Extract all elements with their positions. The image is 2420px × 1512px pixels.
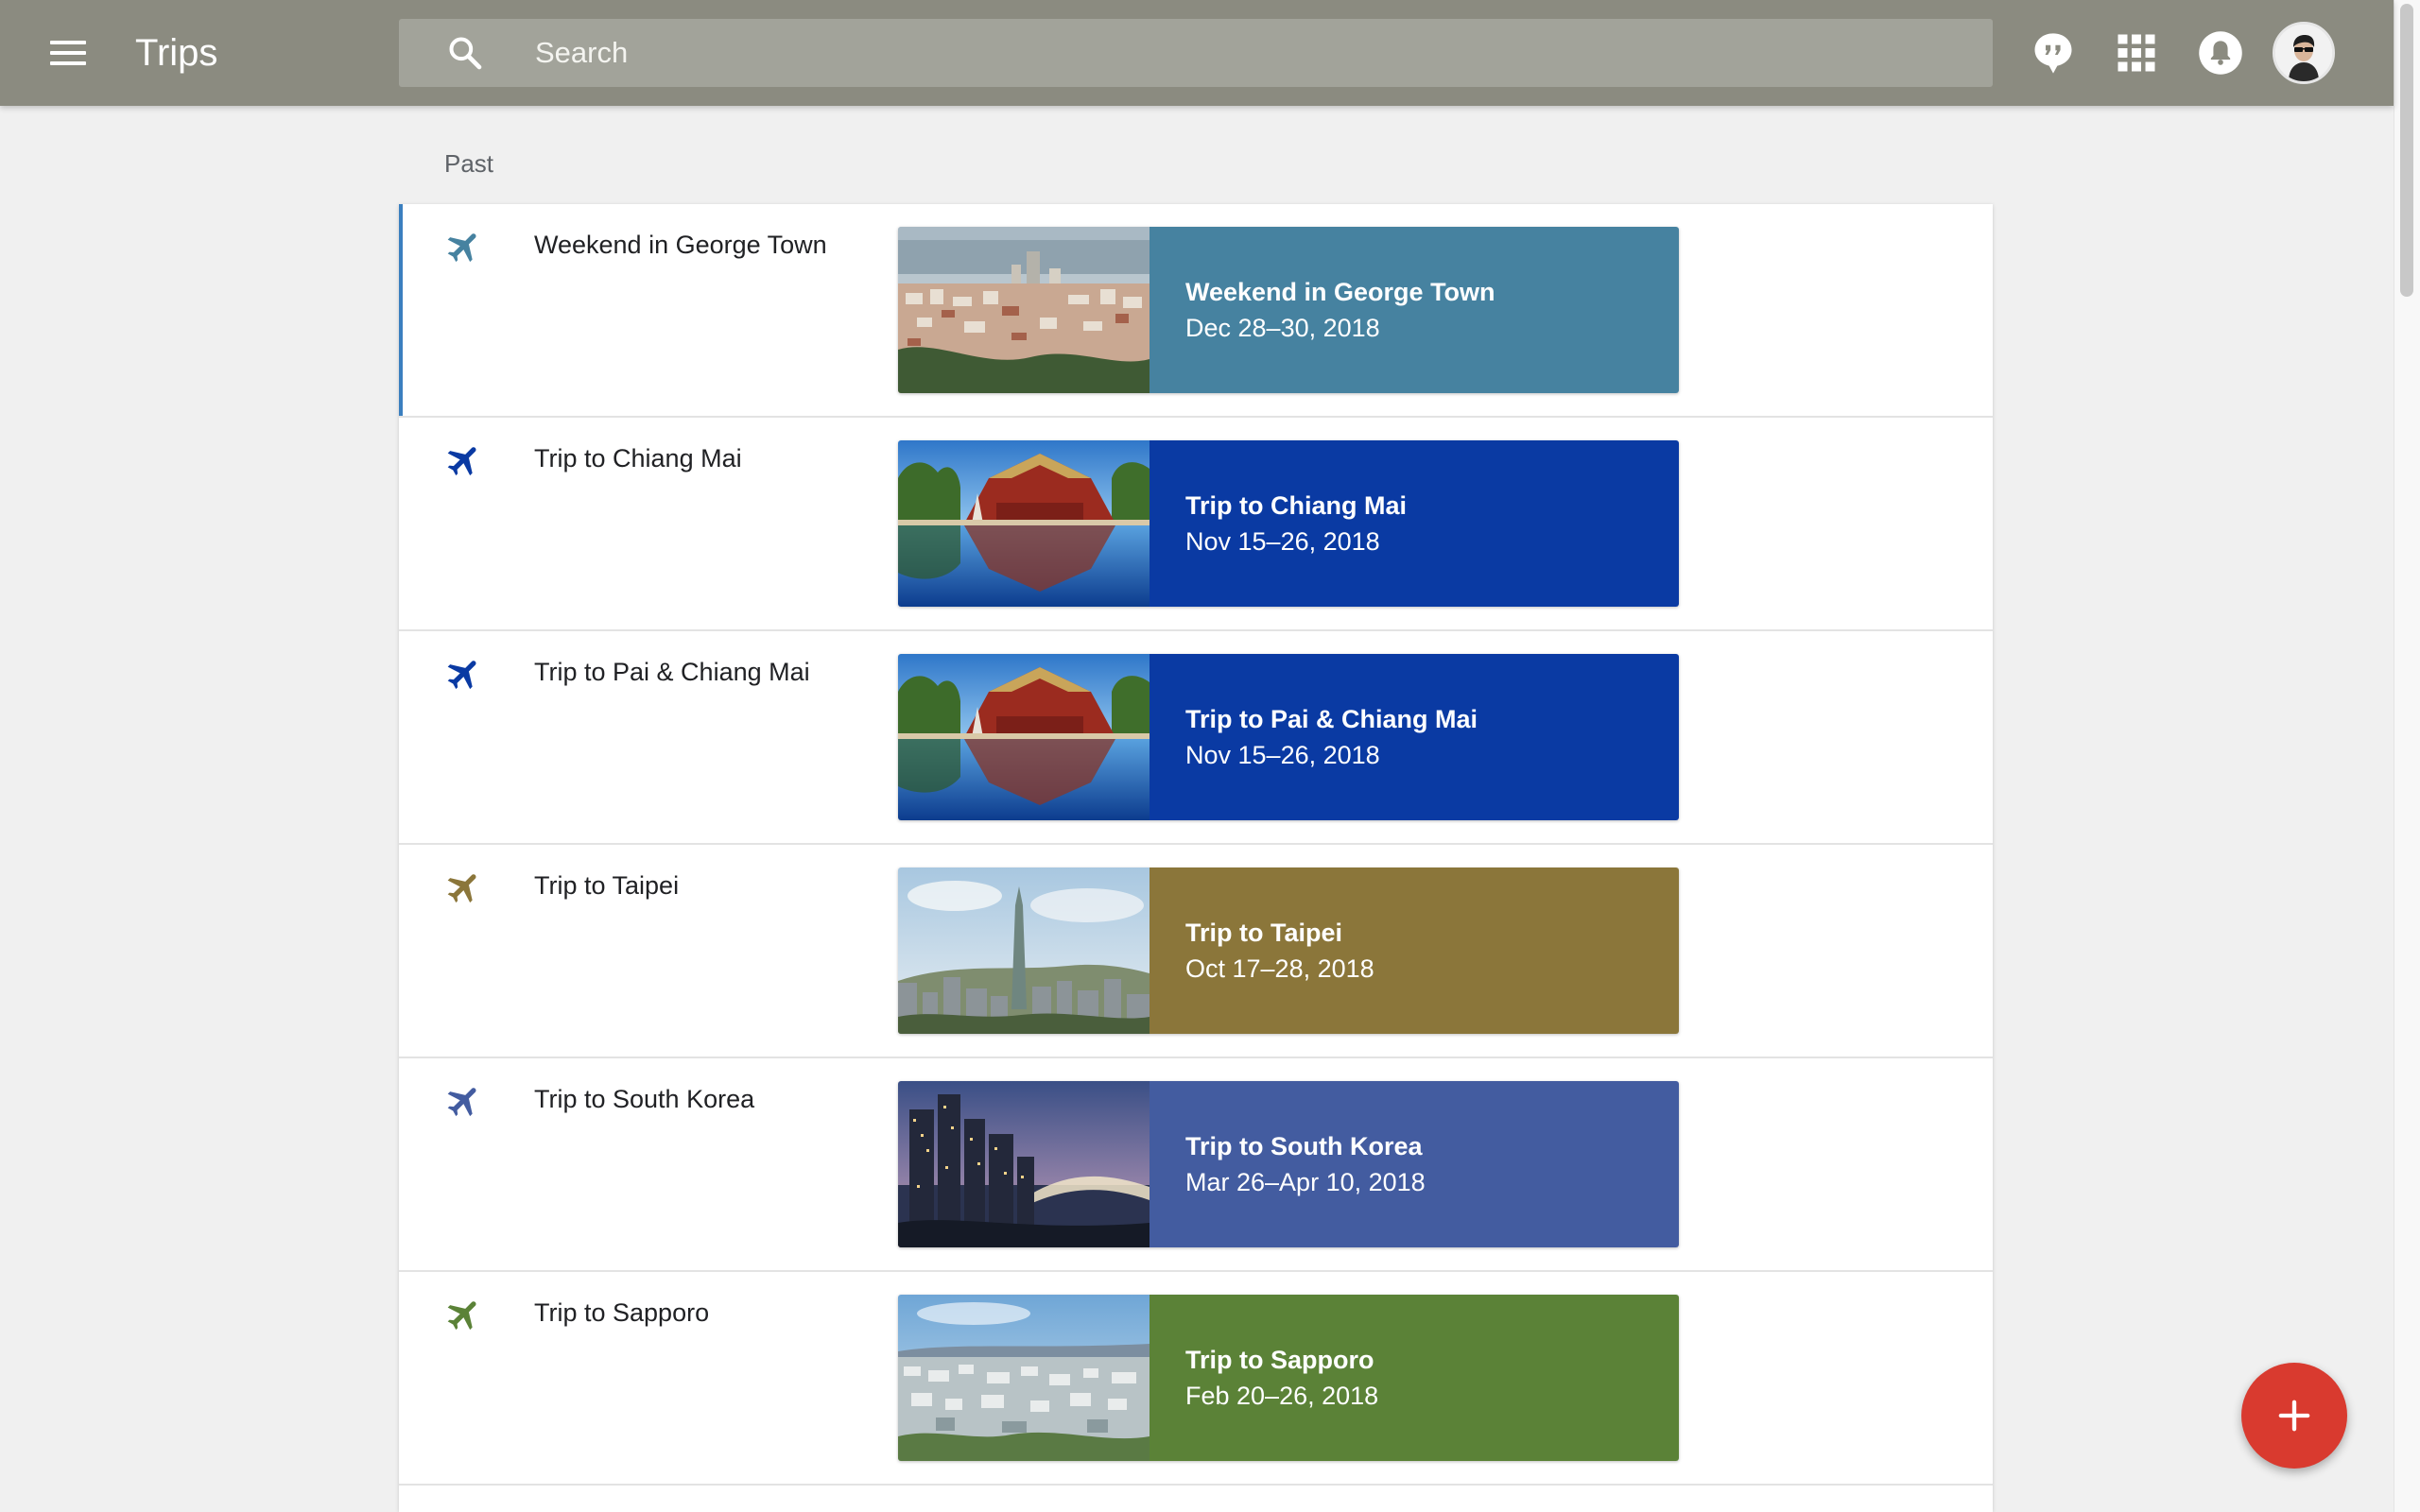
trip-card-dates: Dec 28–30, 2018 <box>1185 314 1380 342</box>
trip-name: Trip to South Korea <box>534 1085 755 1113</box>
temple-reflection-photo <box>898 440 1150 607</box>
trip-row[interactable]: Trip to South Korea Trip to South Korea … <box>399 1058 1993 1272</box>
page-scrollbar[interactable] <box>2394 0 2420 1512</box>
trip-card-info: Trip to Chiang Mai Nov 15–26, 2018 <box>1150 440 1679 607</box>
trip-name: Trip to Taipei <box>534 871 680 900</box>
trip-list: Weekend in George Town Weekend in George… <box>399 204 1993 1512</box>
temple-reflection-photo <box>898 654 1150 820</box>
trip-row[interactable]: Weekend in George Town Weekend in George… <box>399 204 1993 418</box>
trip-card[interactable]: Trip to Sapporo Feb 20–26, 2018 <box>898 1295 1679 1461</box>
trip-card[interactable]: Trip to Chiang Mai Nov 15–26, 2018 <box>898 440 1679 607</box>
trip-card-info: Trip to South Korea Mar 26–Apr 10, 2018 <box>1150 1081 1679 1247</box>
app-title: Trips <box>135 32 218 74</box>
trip-card-dates: Mar 26–Apr 10, 2018 <box>1185 1168 1426 1196</box>
trip-card-info: Trip to Sapporo Feb 20–26, 2018 <box>1150 1295 1679 1461</box>
airplane-icon <box>447 447 476 476</box>
user-avatar[interactable] <box>2273 22 2335 84</box>
search-icon[interactable] <box>446 34 484 72</box>
search-bar[interactable] <box>399 19 1993 87</box>
trip-name: Trip to Pai & Chiang Mai <box>534 658 810 686</box>
trip-card-title: Trip to South Korea <box>1185 1132 1423 1160</box>
trip-card-title: Trip to Chiang Mai <box>1185 491 1407 520</box>
trip-row[interactable]: Trip to Chiang Mai Trip to Chiang Mai No… <box>399 418 1993 631</box>
hamburger-menu-icon[interactable] <box>38 26 98 79</box>
notifications-bell-icon[interactable] <box>2196 28 2245 77</box>
add-trip-button[interactable] <box>2241 1363 2347 1469</box>
trip-row[interactable]: Trip to Taipei Trip to Taipei Oct 17–28,… <box>399 845 1993 1058</box>
apps-grid-icon[interactable] <box>2112 28 2161 77</box>
airplane-icon <box>447 233 476 263</box>
trip-card-dates: Feb 20–26, 2018 <box>1185 1382 1379 1410</box>
taipei-skyline-photo <box>898 868 1150 1034</box>
trip-name: Trip to Sapporo <box>534 1298 710 1327</box>
plus-icon <box>2278 1400 2310 1432</box>
trip-card-info: Trip to Taipei Oct 17–28, 2018 <box>1150 868 1679 1034</box>
trip-row[interactable]: Trip to Pai & Chiang Mai Trip to Pai & C… <box>399 631 1993 845</box>
airplane-icon <box>447 661 476 690</box>
trip-card-title: Weekend in George Town <box>1185 278 1495 306</box>
section-label-past: Past <box>444 149 494 178</box>
trip-card-title: Trip to Taipei <box>1185 919 1343 947</box>
trip-card-info: Trip to Pai & Chiang Mai Nov 15–26, 2018 <box>1150 654 1679 820</box>
airplane-icon <box>447 1088 476 1117</box>
night-skyline-photo <box>898 1081 1150 1247</box>
trip-row[interactable]: Trip to Sapporo Trip to Sapporo Feb 20–2… <box>399 1272 1993 1486</box>
trip-card-dates: Nov 15–26, 2018 <box>1185 741 1380 769</box>
trip-card-title: Trip to Pai & Chiang Mai <box>1185 705 1478 733</box>
avatar-image <box>2275 25 2332 81</box>
scrollbar-thumb[interactable] <box>2400 4 2413 297</box>
trip-name: Trip to Chiang Mai <box>534 444 742 472</box>
city-aerial-photo <box>898 1295 1150 1461</box>
trip-card[interactable]: Trip to South Korea Mar 26–Apr 10, 2018 <box>898 1081 1679 1247</box>
trip-card[interactable]: Weekend in George Town Dec 28–30, 2018 <box>898 227 1679 393</box>
city-bay-photo <box>898 227 1150 393</box>
search-input[interactable] <box>535 19 1953 87</box>
trip-card-info: Weekend in George Town Dec 28–30, 2018 <box>1150 227 1679 393</box>
trip-name: Weekend in George Town <box>534 231 827 259</box>
airplane-icon <box>447 1301 476 1331</box>
airplane-icon <box>447 874 476 903</box>
trip-card-dates: Nov 15–26, 2018 <box>1185 527 1380 556</box>
app-bar: Trips <box>0 0 2394 106</box>
trip-card-dates: Oct 17–28, 2018 <box>1185 954 1374 983</box>
trip-card[interactable]: Trip to Pai & Chiang Mai Nov 15–26, 2018 <box>898 654 1679 820</box>
trip-card[interactable]: Trip to Taipei Oct 17–28, 2018 <box>898 868 1679 1034</box>
feedback-icon[interactable] <box>2029 28 2078 77</box>
trip-card-title: Trip to Sapporo <box>1185 1346 1374 1374</box>
